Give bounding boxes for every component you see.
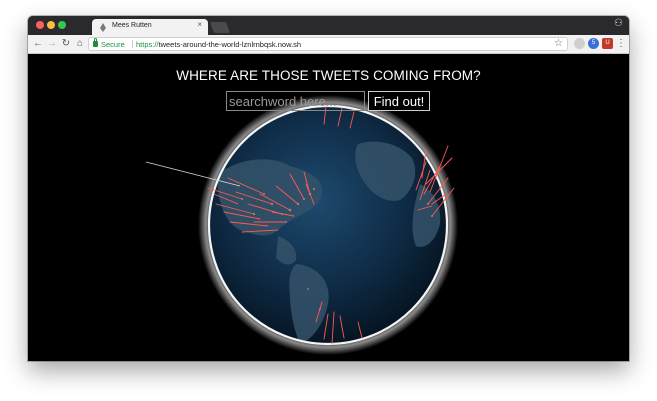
browser-toolbar: ← → ↻ ⌂ Secure https://tweets-around-the… — [28, 35, 629, 54]
lock-icon — [93, 38, 98, 47]
title-bar: Mees Rutten × ⚇ — [28, 16, 629, 35]
tab-favicon-icon — [100, 23, 106, 32]
close-window-button[interactable] — [36, 21, 44, 29]
tab-title: Mees Rutten — [112, 22, 152, 29]
extension-shield-icon[interactable]: U — [602, 38, 613, 49]
maximize-window-button[interactable] — [58, 21, 66, 29]
page-headline: WHERE ARE THOSE TWEETS COMING FROM? — [176, 68, 481, 83]
extension-badge-icon[interactable]: 5 — [588, 38, 599, 49]
forward-arrow-icon[interactable]: → — [46, 37, 58, 51]
extension-circle-icon[interactable] — [574, 38, 585, 49]
find-out-button[interactable]: Find out! — [368, 91, 430, 111]
address-bar[interactable]: Secure https://tweets-around-the-world-l… — [88, 37, 568, 51]
url-text: https://tweets-around-the-world-lznlrnbq… — [136, 40, 301, 49]
tab-close-icon[interactable]: × — [197, 21, 202, 29]
bookmark-star-icon[interactable]: ☆ — [554, 38, 563, 50]
search-input[interactable] — [226, 91, 365, 111]
reload-icon[interactable]: ↻ — [60, 37, 72, 51]
back-arrow-icon[interactable]: ← — [32, 37, 44, 51]
home-icon[interactable]: ⌂ — [74, 37, 86, 51]
new-tab-button[interactable] — [209, 22, 231, 33]
browser-window: Mees Rutten × ⚇ ← → ↻ ⌂ Secure https://t… — [28, 16, 629, 361]
page-viewport: WHERE ARE THOSE TWEETS COMING FROM? Find… — [28, 54, 629, 361]
minimize-window-button[interactable] — [47, 21, 55, 29]
address-divider — [132, 40, 133, 48]
kebab-menu-icon[interactable]: ⋮ — [616, 37, 626, 51]
secure-label: Secure — [101, 40, 125, 49]
url-host: tweets-around-the-world-lznlrnbqsk.now.s… — [158, 40, 302, 49]
browser-tab[interactable]: Mees Rutten × — [92, 19, 208, 35]
url-scheme: https:// — [136, 40, 159, 49]
incognito-profile-icon[interactable]: ⚇ — [614, 19, 623, 29]
